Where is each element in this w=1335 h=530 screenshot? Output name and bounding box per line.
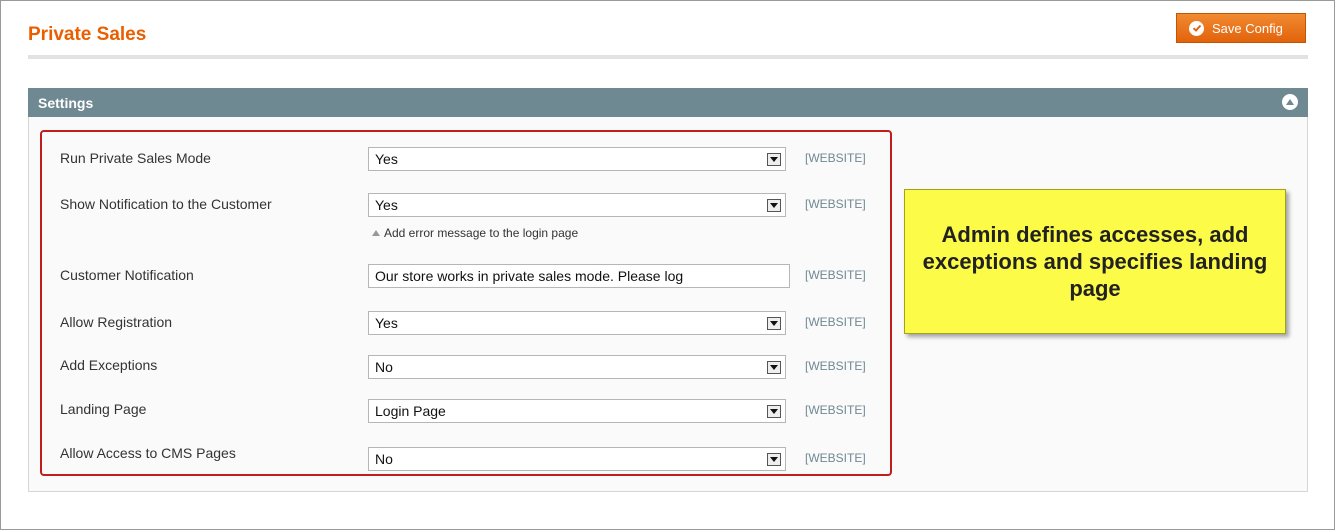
title-divider: [28, 55, 1308, 59]
chevron-down-icon: [767, 405, 781, 418]
run-private-sales-mode-select[interactable]: Yes: [368, 147, 786, 171]
scope-label: [WEBSITE]: [805, 315, 866, 329]
add-exceptions-select[interactable]: No: [368, 355, 786, 379]
show-notification-select[interactable]: Yes: [368, 193, 786, 217]
chevron-down-icon: [767, 153, 781, 166]
select-value: No: [375, 359, 393, 375]
page-title: Private Sales: [28, 24, 147, 45]
settings-section-title: Settings: [38, 94, 94, 111]
triangle-up-icon: [372, 230, 380, 236]
annotation-callout: Admin defines accesses, add exceptions a…: [904, 189, 1286, 334]
allow-access-cms-select[interactable]: No: [368, 447, 786, 471]
select-value: Yes: [375, 197, 398, 213]
field-label-allow-registration: Allow Registration: [60, 314, 173, 330]
settings-section-header[interactable]: Settings: [28, 88, 1308, 117]
scope-label: [WEBSITE]: [805, 197, 866, 211]
allow-registration-select[interactable]: Yes: [368, 311, 786, 335]
chevron-down-icon: [767, 361, 781, 374]
scope-label: [WEBSITE]: [805, 451, 866, 465]
field-label-customer-notification: Customer Notification: [60, 267, 194, 283]
save-config-button[interactable]: Save Config: [1176, 13, 1306, 43]
scope-label: [WEBSITE]: [805, 151, 866, 165]
scope-label: [WEBSITE]: [805, 359, 866, 373]
select-value: Login Page: [375, 403, 446, 419]
select-value: Yes: [375, 315, 398, 331]
field-label-run-private-sales-mode: Run Private Sales Mode: [60, 150, 211, 166]
chevron-down-icon: [767, 453, 781, 466]
field-label-landing-page: Landing Page: [60, 401, 147, 417]
chevron-down-icon: [767, 199, 781, 212]
select-value: Yes: [375, 151, 398, 167]
collapse-up-icon[interactable]: [1282, 94, 1298, 110]
customer-notification-input[interactable]: [368, 264, 790, 288]
note-text: Add error message to the login page: [384, 226, 579, 240]
highlight-frame: [40, 130, 892, 476]
field-label-allow-access-cms: Allow Access to CMS Pages: [60, 445, 236, 461]
chevron-down-icon: [767, 317, 781, 330]
field-label-add-exceptions: Add Exceptions: [60, 357, 158, 373]
scope-label: [WEBSITE]: [805, 268, 866, 282]
field-note: Add error message to the login page: [372, 226, 578, 240]
landing-page-select[interactable]: Login Page: [368, 399, 786, 423]
field-label-show-notification: Show Notification to the Customer: [60, 196, 272, 212]
check-circle-icon: [1189, 20, 1204, 36]
scope-label: [WEBSITE]: [805, 403, 866, 417]
select-value: No: [375, 451, 393, 467]
save-config-label: Save Config: [1212, 20, 1283, 36]
